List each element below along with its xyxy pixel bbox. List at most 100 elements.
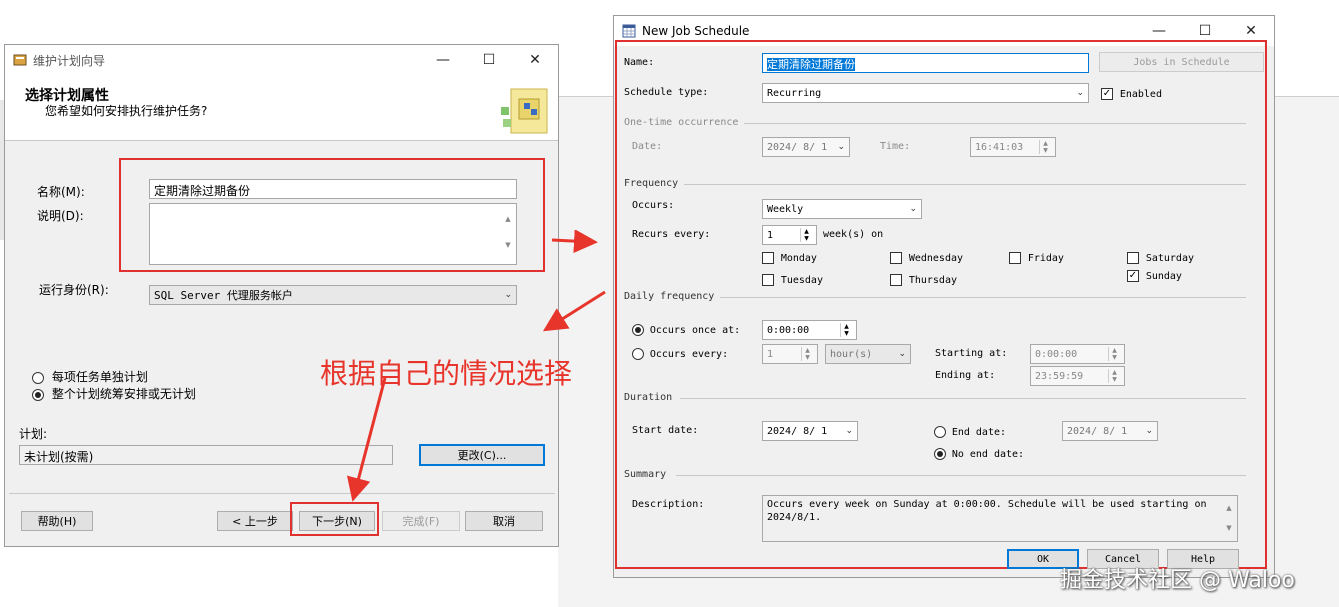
occurs-every-circle[interactable] [632, 347, 644, 360]
saturday-label: Saturday [1145, 253, 1194, 264]
spin-arrows-icon[interactable]: ▲ ▼ [840, 323, 852, 337]
spin-arrows-icon[interactable]: ▲ ▼ [1108, 369, 1120, 383]
radio-each-task[interactable]: 每项任务单独计划 [32, 368, 148, 385]
summary-description-text: Occurs every week on Sunday at 0:00:00. … [767, 499, 1207, 523]
finish-button[interactable]: 完成(F) [382, 511, 460, 531]
maximize-icon[interactable]: ☐ [466, 52, 512, 68]
jobs-in-schedule-button[interactable]: Jobs in Schedule [1099, 52, 1264, 72]
occurs-every-unit: hour(s) [830, 348, 873, 360]
wizard-title: 维护计划向导 [33, 53, 106, 68]
occurs-once-radio[interactable]: Occurs once at: [632, 322, 740, 336]
occurs-label: Occurs: [632, 200, 675, 211]
recurs-label: Recurs every: [632, 229, 711, 240]
starting-at-label: Starting at: [935, 348, 1008, 359]
radio-whole-plan[interactable]: 整个计划统筹安排或无计划 [32, 385, 196, 402]
help-button[interactable]: 帮助(H) [21, 511, 93, 531]
date-value: 2024/ 8/ 1 [767, 141, 828, 153]
spin-arrows-icon[interactable]: ▲ ▼ [1039, 140, 1051, 154]
schedule-name-input[interactable]: 定期清除过期备份 [762, 53, 1089, 73]
summary-scrollbar[interactable]: ▲ ▼ [1223, 498, 1235, 538]
sunday-check-icon[interactable]: ✓ [1127, 269, 1139, 282]
duration-group-line [680, 398, 1246, 399]
radio-each-label: 每项任务单独计划 [51, 370, 148, 384]
monday-check-icon[interactable] [762, 251, 774, 264]
minimize-icon[interactable]: — [420, 52, 466, 68]
friday-check-icon[interactable] [1009, 251, 1021, 264]
wednesday-check-icon[interactable] [890, 251, 902, 264]
summary-group-line [676, 475, 1246, 476]
annotation-text: 根据自己的情况选择 [320, 357, 573, 390]
saturday-check-icon[interactable] [1127, 251, 1139, 264]
run-as-value: SQL Server 代理服务帐户 [154, 289, 293, 302]
calendar-icon [622, 24, 636, 38]
start-date-picker[interactable]: 2024/ 8/ 1 ⌄ [762, 421, 858, 441]
end-date-value: 2024/ 8/ 1 [1067, 425, 1128, 437]
enabled-check-icon[interactable]: ✓ [1101, 87, 1113, 100]
ending-at-stepper[interactable]: 23:59:59 ▲ ▼ [1030, 366, 1125, 386]
spin-arrows-icon[interactable]: ▲ ▼ [800, 228, 812, 242]
time-label: Time: [880, 141, 911, 152]
recurs-stepper[interactable]: 1 ▲ ▼ [762, 225, 817, 245]
occurs-every-unit-select[interactable]: hour(s) ⌄ [825, 344, 911, 364]
arrow-down [346, 377, 387, 502]
wizard-titlebar: 维护计划向导 — ☐ ✕ [5, 45, 558, 75]
chevron-down-icon: ⌄ [1076, 88, 1084, 98]
wizard-app-icon [13, 54, 27, 66]
schedule-type-select[interactable]: Recurring ⌄ [762, 83, 1089, 103]
onetime-group-line [744, 123, 1246, 124]
radio-whole-circle[interactable] [32, 388, 44, 401]
time-value: 16:41:03 [975, 141, 1024, 153]
spin-arrows-icon[interactable]: ▲ ▼ [1108, 347, 1120, 361]
frequency-group-label: Frequency [624, 178, 679, 189]
friday-checkbox[interactable]: Friday [1009, 250, 1064, 264]
sunday-checkbox[interactable]: ✓ Sunday [1127, 268, 1182, 282]
schedule-maximize-icon[interactable]: ☐ [1182, 23, 1228, 39]
back-button[interactable]: < 上一步 [217, 511, 293, 531]
spin-arrows-icon[interactable]: ▲ ▼ [801, 347, 813, 361]
end-date-radio[interactable]: End date: [934, 424, 1006, 438]
occurs-every-label: Occurs every: [649, 349, 729, 360]
enabled-checkbox[interactable]: ✓ Enabled [1101, 86, 1162, 100]
sunday-label: Sunday [1145, 271, 1182, 282]
monday-label: Monday [780, 253, 817, 264]
saturday-checkbox[interactable]: Saturday [1127, 250, 1194, 264]
summary-description-box: Occurs every week on Sunday at 0:00:00. … [762, 495, 1238, 542]
thursday-checkbox[interactable]: Thursday [890, 272, 957, 286]
occurs-every-radio[interactable]: Occurs every: [632, 346, 728, 360]
chevron-down-icon: ⌄ [837, 142, 845, 152]
schedule-title: New Job Schedule [642, 24, 750, 38]
no-end-date-circle[interactable] [934, 447, 946, 460]
no-end-date-label: No end date: [951, 449, 1025, 460]
occurs-once-stepper[interactable]: 0:00:00 ▲ ▼ [762, 320, 857, 340]
wednesday-checkbox[interactable]: Wednesday [890, 250, 963, 264]
watermark: 掘金技术社区 @ Waloo [1060, 568, 1295, 593]
radio-each-circle[interactable] [32, 371, 44, 384]
no-end-date-radio[interactable]: No end date: [934, 446, 1024, 460]
starting-at-value: 0:00:00 [1035, 348, 1078, 360]
end-date-circle[interactable] [934, 425, 946, 438]
schedule-minimize-icon[interactable]: — [1136, 23, 1182, 39]
thursday-check-icon[interactable] [890, 273, 902, 286]
date-picker[interactable]: 2024/ 8/ 1 ⌄ [762, 137, 850, 157]
ending-at-value: 23:59:59 [1035, 370, 1084, 382]
starting-at-stepper[interactable]: 0:00:00 ▲ ▼ [1030, 344, 1125, 364]
end-date-picker[interactable]: 2024/ 8/ 1 ⌄ [1062, 421, 1158, 441]
occurs-every-stepper[interactable]: 1 ▲ ▼ [762, 344, 818, 364]
recurs-unit: week(s) on [823, 229, 884, 240]
ending-at-label: Ending at: [935, 370, 996, 381]
enabled-label: Enabled [1119, 89, 1162, 100]
name-label: 名称(M): [37, 185, 85, 199]
tuesday-checkbox[interactable]: Tuesday [762, 272, 823, 286]
tuesday-check-icon[interactable] [762, 273, 774, 286]
duration-group-label: Duration [624, 392, 673, 403]
occurs-once-value: 0:00:00 [767, 324, 810, 336]
occurs-every-value: 1 [767, 348, 774, 360]
monday-checkbox[interactable]: Monday [762, 250, 817, 264]
occurs-select[interactable]: Weekly ⌄ [762, 199, 922, 219]
schedule-close-icon[interactable]: ✕ [1228, 23, 1274, 39]
cancel-button[interactable]: 取消 [465, 511, 543, 531]
summary-desc-label: Description: [632, 499, 705, 510]
occurs-once-circle[interactable] [632, 323, 644, 336]
time-stepper[interactable]: 16:41:03 ▲ ▼ [970, 137, 1056, 157]
close-icon[interactable]: ✕ [512, 52, 558, 68]
